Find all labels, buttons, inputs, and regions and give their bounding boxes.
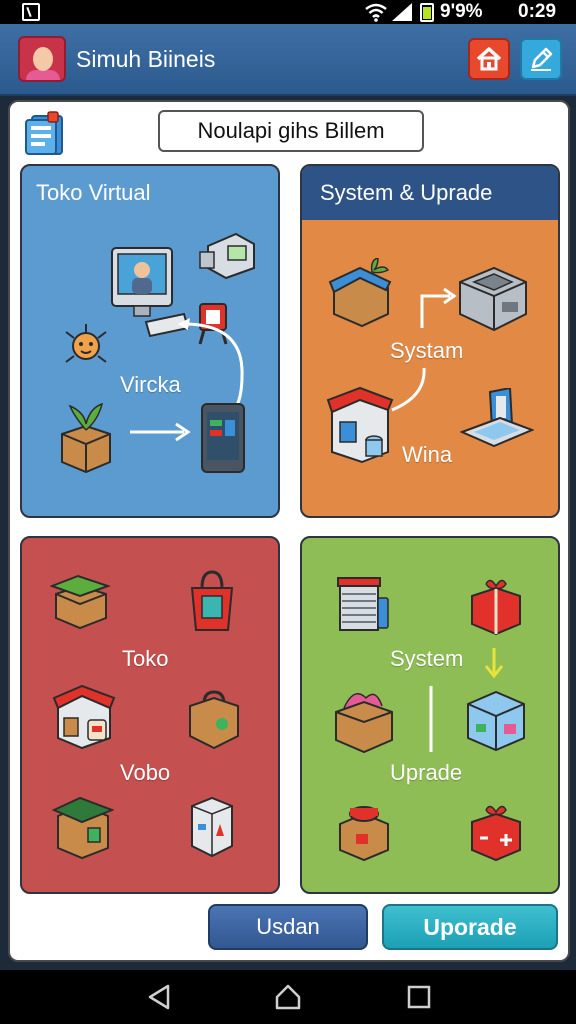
card-label: Toko (122, 646, 169, 671)
display-case-icon (467, 690, 525, 752)
market-stall-icon (328, 258, 392, 328)
home-icon (476, 47, 502, 71)
storefront-icon (52, 684, 116, 750)
main-panel: Noulapi gihs Billem Toko Virtual Vircka … (8, 100, 570, 962)
navigation-bar (0, 970, 576, 1024)
wifi-icon (365, 3, 387, 22)
page-title: Noulapi gihs Billem (158, 110, 424, 152)
card-label: Wina (402, 442, 453, 467)
card-label: Vircka (120, 372, 181, 397)
shutter-shop-icon (337, 577, 389, 631)
plant-box-icon (61, 402, 111, 474)
toko-virtual-card[interactable]: Toko Virtual Vircka (20, 164, 280, 518)
gift-box-icon (471, 579, 521, 636)
red-button-box-icon (339, 806, 389, 862)
home-button[interactable] (468, 38, 510, 80)
battery-percent: 9'9% (440, 1, 483, 22)
app-title: Simuh Biineis (76, 46, 216, 72)
card-header: System & Uprade (302, 166, 558, 220)
document-stack-icon (25, 111, 63, 155)
pencil-icon (531, 47, 553, 71)
tablet-icon (201, 403, 245, 473)
battery-icon (420, 3, 434, 22)
laptop-icon (460, 388, 534, 448)
medical-gift-icon (471, 805, 521, 862)
app-bar: Simuh Biineis (0, 24, 576, 96)
divider-line (429, 686, 433, 752)
card-label: Systam (390, 338, 464, 363)
clock: 0:29 (518, 1, 557, 22)
card-label: Uprade (390, 760, 463, 785)
open-box-icon (50, 574, 112, 630)
status-bar: 9'9% 0:29 (0, 0, 576, 24)
arrow-right-icon (130, 422, 191, 442)
edit-button[interactable] (520, 38, 562, 80)
upgrade-button[interactable]: Uporade (382, 904, 558, 950)
arrow-up-right-icon (420, 287, 457, 328)
printer-icon (199, 232, 255, 280)
appliance-icon (191, 796, 233, 858)
home-nav-icon[interactable] (274, 983, 302, 1011)
signal-icon (392, 3, 412, 21)
usdan-button[interactable]: Usdan (208, 904, 368, 950)
green-box-icon (52, 796, 114, 860)
card-label: Vobo (120, 760, 171, 785)
virus-bug-icon (65, 324, 107, 363)
system-upgrade-card[interactable]: System & Uprade Systam Wina (300, 164, 560, 518)
back-icon[interactable] (146, 983, 172, 1011)
server-machine-icon (459, 266, 527, 332)
recents-icon[interactable] (406, 983, 432, 1011)
avatar[interactable] (18, 36, 66, 82)
shopping-bag-icon (190, 570, 234, 631)
toko-card[interactable]: Toko Vobo (20, 536, 280, 894)
shop-icon (326, 386, 394, 464)
card-title: Toko Virtual (36, 180, 151, 205)
shopping-basket-icon (335, 693, 393, 754)
system-card[interactable]: System Uprade (300, 536, 560, 894)
paper-bag-icon (189, 690, 239, 750)
card-label: System (390, 646, 464, 671)
arrow-down-icon (484, 648, 504, 679)
notification-icon (22, 3, 40, 21)
